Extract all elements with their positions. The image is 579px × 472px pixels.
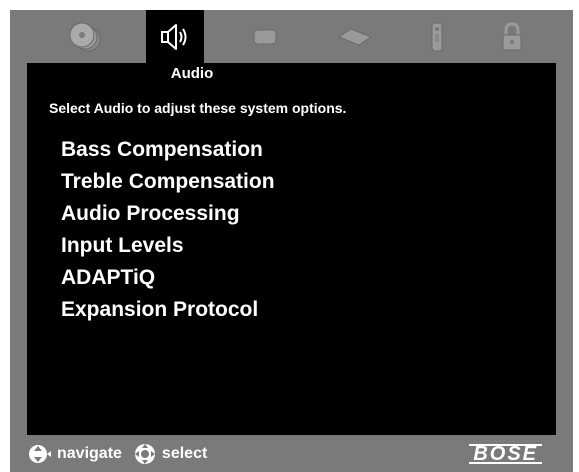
disc-icon (69, 22, 101, 51)
select-pad-icon (134, 443, 155, 464)
page-title: Audio (170, 65, 214, 82)
instructions-text: Select Audio to adjust these system opti… (49, 100, 347, 116)
menu-item-audio-processing[interactable]: Audio Processing (61, 198, 275, 230)
remote-flat-icon (337, 27, 373, 46)
menu-item-bass-compensation[interactable]: Bass Compensation (61, 134, 275, 166)
menu-item-expansion-protocol[interactable]: Expansion Protocol (61, 294, 275, 326)
menu-panel: Audio Select Audio to adjust these syste… (10, 10, 573, 472)
tab-remote-flat[interactable] (326, 10, 384, 63)
display-icon (253, 29, 277, 44)
navigate-hint: navigate (27, 443, 122, 465)
tab-remote[interactable] (408, 10, 466, 63)
tab-disc[interactable] (56, 10, 114, 63)
tab-lock[interactable] (483, 10, 541, 63)
lock-icon (502, 21, 522, 50)
menu-item-adaptiq[interactable]: ADAPTiQ (61, 262, 275, 294)
menu-item-input-levels[interactable]: Input Levels (61, 230, 275, 262)
navigate-label: navigate (57, 444, 122, 462)
remote-icon (431, 22, 443, 51)
bose-logo: BOSE (469, 443, 542, 464)
speaker-icon (161, 23, 187, 50)
tab-audio[interactable] (146, 10, 204, 63)
menu-item-treble-compensation[interactable]: Treble Compensation (61, 166, 275, 198)
window: Audio Select Audio to adjust these syste… (0, 0, 579, 472)
select-hint: select (132, 442, 207, 466)
navigate-pad-icon (29, 444, 51, 463)
options-menu: Bass Compensation Treble Compensation Au… (61, 134, 275, 326)
tab-bar (10, 10, 573, 63)
footer-bar: navigate select BOSE (27, 435, 556, 472)
select-label: select (161, 444, 208, 462)
tab-display[interactable] (236, 10, 294, 63)
menu-screen: Audio Select Audio to adjust these syste… (27, 63, 556, 435)
